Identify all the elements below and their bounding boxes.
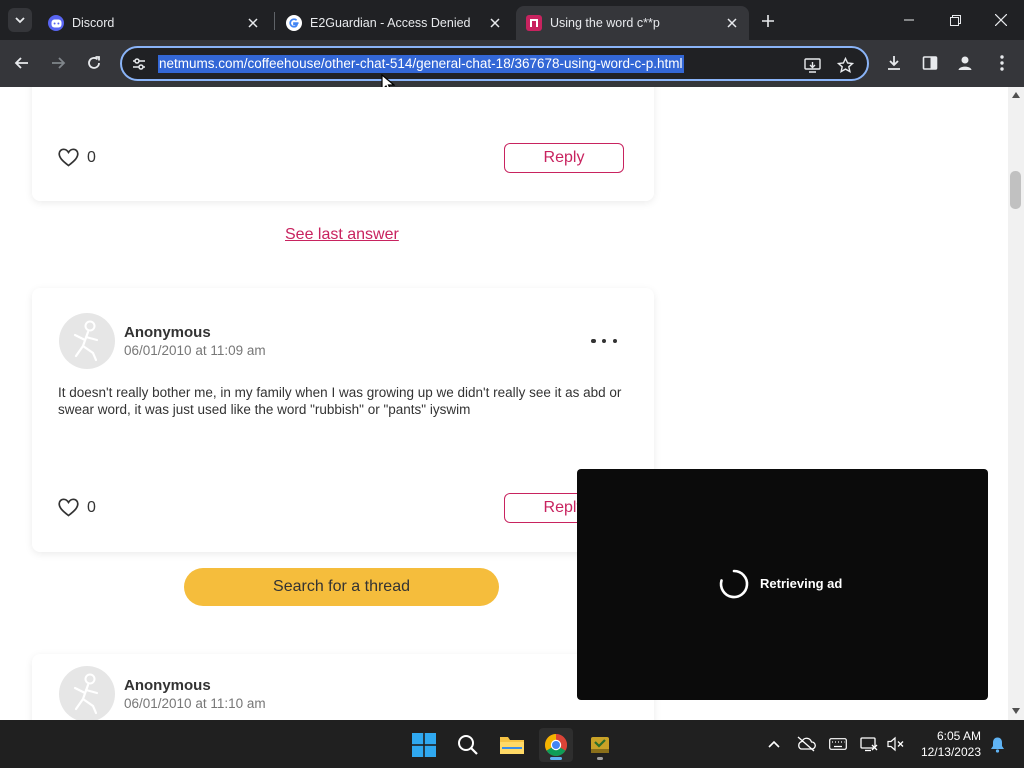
post-date: 06/01/2010 at 11:09 am	[124, 343, 266, 358]
post-body: It doesn't really bother me, in my famil…	[58, 385, 622, 417]
close-icon	[995, 14, 1007, 26]
restore-button[interactable]	[932, 0, 978, 40]
like-control[interactable]: 0	[58, 498, 96, 517]
ad-status-text: Retrieving ad	[760, 576, 843, 591]
avatar	[59, 313, 115, 369]
install-app-icon[interactable]	[802, 55, 822, 75]
like-count: 0	[87, 148, 96, 166]
reload-icon	[88, 56, 100, 69]
anonymous-user-icon	[73, 320, 99, 362]
app-icon	[591, 737, 609, 753]
anonymous-user-icon	[73, 673, 99, 715]
volume-muted-icon[interactable]	[884, 734, 906, 754]
site-info-icon[interactable]	[130, 55, 148, 73]
see-last-answer-link[interactable]: See last answer	[285, 226, 399, 244]
search-thread-button[interactable]: Search for a thread	[184, 568, 499, 606]
system-clock[interactable]: 6:05 AM 12/13/2023	[913, 728, 981, 760]
notification-bell-icon[interactable]	[986, 734, 1008, 754]
taskbar-search-button[interactable]	[451, 728, 485, 762]
arrow-left-icon	[14, 57, 28, 69]
downloads-icon[interactable]	[883, 52, 905, 74]
reload-button[interactable]	[81, 50, 107, 76]
post-author[interactable]: Anonymous	[124, 677, 211, 694]
profile-icon[interactable]	[954, 52, 976, 74]
chevron-down-icon	[15, 17, 25, 24]
new-tab-button[interactable]	[757, 10, 779, 32]
post-author[interactable]: Anonymous	[124, 324, 211, 341]
keyboard-icon[interactable]	[827, 734, 849, 754]
like-control[interactable]: 0	[58, 148, 96, 167]
close-tab-icon[interactable]	[244, 14, 262, 32]
network-icon[interactable]	[858, 734, 880, 754]
post-card: Anonymous 06/01/2010 at 11:09 am It does…	[32, 288, 654, 552]
google-icon	[286, 15, 302, 31]
windows-logo-icon	[412, 733, 436, 757]
search-icon	[458, 735, 478, 755]
minimize-icon	[904, 19, 914, 21]
bookmark-star-icon[interactable]	[835, 55, 855, 75]
url-text[interactable]: netmums.com/coffeehouse/other-chat-514/g…	[158, 55, 684, 73]
address-bar[interactable]: netmums.com/coffeehouse/other-chat-514/g…	[120, 46, 869, 81]
reply-button[interactable]: Reply	[504, 143, 624, 173]
restore-icon	[949, 14, 961, 26]
back-button[interactable]	[9, 50, 35, 76]
running-app-indicator	[597, 757, 603, 760]
browser-toolbar: netmums.com/coffeehouse/other-chat-514/g…	[0, 40, 1024, 87]
clock-time: 6:05 AM	[936, 729, 981, 743]
file-explorer-button[interactable]	[495, 728, 529, 762]
clock-date: 12/13/2023	[920, 745, 981, 759]
loading-spinner-icon	[719, 569, 749, 599]
post-date: 06/01/2010 at 11:10 am	[124, 696, 266, 711]
close-tab-icon[interactable]	[723, 14, 741, 32]
tab-discord[interactable]: Discord	[38, 6, 270, 40]
scroll-up-icon[interactable]	[1012, 92, 1020, 98]
like-count: 0	[87, 498, 96, 516]
post-card: Anonymous 06/01/2010 at 11:10 am	[32, 654, 654, 720]
onedrive-offline-icon[interactable]	[795, 734, 817, 754]
tab-e2guardian[interactable]: E2Guardian - Access Denied	[276, 6, 512, 40]
arrow-right-icon	[52, 57, 66, 69]
tab-title: Using the word c**p	[550, 16, 660, 30]
scrollbar-thumb[interactable]	[1010, 171, 1021, 209]
tab-title: E2Guardian - Access Denied	[310, 16, 471, 30]
chrome-taskbar-button[interactable]	[539, 728, 573, 762]
minimize-button[interactable]	[886, 0, 932, 40]
netmums-icon	[526, 15, 542, 31]
close-window-button[interactable]	[978, 0, 1024, 40]
post-card: 0 Reply	[32, 87, 654, 201]
menu-kebab-icon[interactable]	[991, 52, 1013, 74]
heart-icon	[58, 498, 79, 517]
active-app-indicator	[550, 757, 562, 760]
tab-title: Discord	[72, 16, 115, 30]
tab-separator	[274, 12, 275, 30]
tab-search-button[interactable]	[8, 8, 32, 32]
taskbar: 6:05 AM 12/13/2023	[0, 720, 1024, 768]
forward-button[interactable]	[45, 50, 71, 76]
plus-icon	[762, 15, 774, 27]
close-tab-icon[interactable]	[486, 14, 504, 32]
avatar	[59, 666, 115, 720]
browser-tab-bar: Discord E2Guardian - Access Denied Using…	[0, 0, 1024, 40]
more-options-icon[interactable]	[591, 336, 617, 346]
chrome-icon	[545, 734, 567, 756]
side-panel-icon[interactable]	[919, 52, 941, 74]
folder-icon	[500, 737, 524, 754]
tab-netmums[interactable]: Using the word c**p	[516, 6, 749, 40]
heart-icon	[58, 148, 79, 167]
start-button[interactable]	[407, 728, 441, 762]
tray-overflow-chevron-icon[interactable]	[763, 734, 785, 754]
app-taskbar-button[interactable]	[583, 728, 617, 762]
scroll-down-icon[interactable]	[1012, 708, 1020, 714]
discord-icon	[48, 15, 64, 31]
